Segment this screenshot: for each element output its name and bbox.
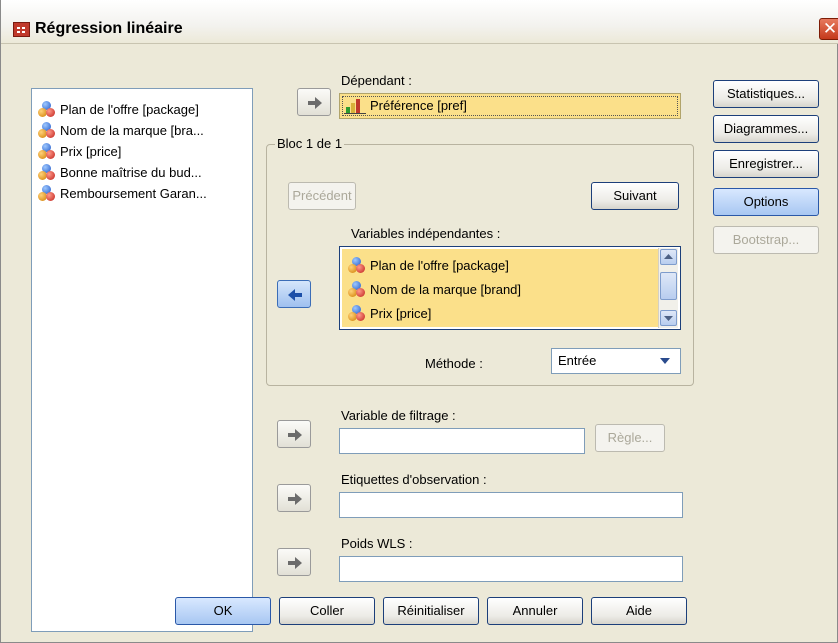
close-icon: ✕	[822, 19, 838, 38]
method-value: Entrée	[558, 353, 597, 368]
list-item-label: Remboursement Garan...	[60, 185, 207, 201]
move-independent-button[interactable]	[277, 280, 311, 308]
nominal-variable-icon	[38, 143, 56, 159]
plots-button[interactable]: Diagrammes...	[713, 115, 819, 143]
wls-label: Poids WLS :	[341, 536, 413, 551]
method-label: Méthode :	[425, 356, 483, 371]
title-bar[interactable]: Régression linéaire ✕	[1, 0, 838, 44]
reset-button[interactable]: Réinitialiser	[383, 597, 479, 625]
move-case-labels-button[interactable]	[277, 484, 311, 512]
move-wls-button[interactable]	[277, 548, 311, 576]
dependent-field[interactable]: Préférence [pref]	[339, 93, 681, 119]
arrow-right-icon	[288, 557, 302, 569]
dependent-value: Préférence [pref]	[370, 98, 467, 113]
paste-button[interactable]: Coller	[279, 597, 375, 625]
arrow-right-icon	[308, 97, 322, 109]
list-item-label: Bonne maîtrise du bud...	[60, 164, 202, 180]
list-item[interactable]: Remboursement Garan...	[38, 183, 207, 203]
chevron-down-icon	[664, 316, 673, 321]
independents-label: Variables indépendantes :	[351, 226, 501, 241]
case-labels-label: Etiquettes d'observation :	[341, 472, 487, 487]
list-item-label: Prix [price]	[60, 143, 122, 159]
independent-variable-list[interactable]: Plan de l'offre [package] Nom de la marq…	[339, 246, 681, 330]
scroll-up-button[interactable]	[660, 249, 677, 265]
nominal-variable-icon	[348, 281, 366, 297]
list-item[interactable]: Prix [price]	[38, 141, 121, 161]
bootstrap-button[interactable]: Bootstrap...	[713, 226, 819, 254]
help-button[interactable]: Aide	[591, 597, 687, 625]
nominal-variable-icon	[348, 305, 366, 321]
previous-button[interactable]: Précédent	[288, 182, 356, 210]
scroll-down-button[interactable]	[660, 310, 677, 326]
options-button[interactable]: Options	[713, 188, 819, 216]
chevron-up-icon	[664, 254, 673, 259]
chevron-down-icon	[660, 358, 670, 364]
arrow-right-icon	[288, 493, 302, 505]
scroll-thumb[interactable]	[660, 272, 677, 300]
list-item-label: Prix [price]	[370, 305, 432, 321]
save-button[interactable]: Enregistrer...	[713, 150, 819, 178]
vertical-scrollbar[interactable]	[658, 248, 678, 328]
nominal-variable-icon	[38, 185, 56, 201]
dialog-window: Régression linéaire ✕ Plan de l'offre [p…	[0, 0, 838, 643]
next-button[interactable]: Suivant	[591, 182, 679, 210]
nominal-variable-icon	[348, 257, 366, 273]
case-labels-field[interactable]	[339, 492, 683, 518]
nominal-variable-icon	[38, 122, 56, 138]
rule-button[interactable]: Règle...	[595, 424, 665, 452]
list-item[interactable]: Nom de la marque [bra...	[38, 120, 204, 140]
arrow-left-icon	[288, 289, 302, 301]
method-select[interactable]: Entrée	[551, 348, 681, 374]
nominal-variable-icon	[38, 164, 56, 180]
ok-button[interactable]: OK	[175, 597, 271, 625]
cancel-button[interactable]: Annuler	[487, 597, 583, 625]
nominal-variable-icon	[38, 101, 56, 117]
spss-table-icon	[13, 22, 30, 37]
filter-label: Variable de filtrage :	[341, 408, 456, 423]
dependent-label: Dépendant :	[341, 73, 412, 88]
source-variable-list[interactable]: Plan de l'offre [package] Nom de la marq…	[31, 88, 253, 632]
arrow-right-icon	[288, 429, 302, 441]
move-filter-button[interactable]	[277, 420, 311, 448]
list-item[interactable]: Plan de l'offre [package]	[348, 255, 509, 275]
block-legend: Bloc 1 de 1	[275, 136, 345, 151]
move-dependent-button[interactable]	[297, 88, 331, 116]
filter-field[interactable]	[339, 428, 585, 454]
list-item-label: Nom de la marque [bra...	[60, 122, 204, 138]
wls-field[interactable]	[339, 556, 683, 582]
list-item[interactable]: Bonne maîtrise du bud...	[38, 162, 202, 182]
list-item[interactable]: Plan de l'offre [package]	[38, 99, 199, 119]
close-button[interactable]: ✕	[819, 18, 838, 40]
list-item-label: Nom de la marque [brand]	[370, 281, 522, 297]
statistics-button[interactable]: Statistiques...	[713, 80, 819, 108]
list-item-label: Plan de l'offre [package]	[370, 257, 509, 273]
window-title: Régression linéaire	[35, 20, 183, 37]
list-item[interactable]: Prix [price]	[348, 303, 431, 323]
list-item-label: Plan de l'offre [package]	[60, 101, 199, 117]
list-item[interactable]: Nom de la marque [brand]	[348, 279, 521, 299]
scale-variable-icon	[344, 98, 366, 114]
